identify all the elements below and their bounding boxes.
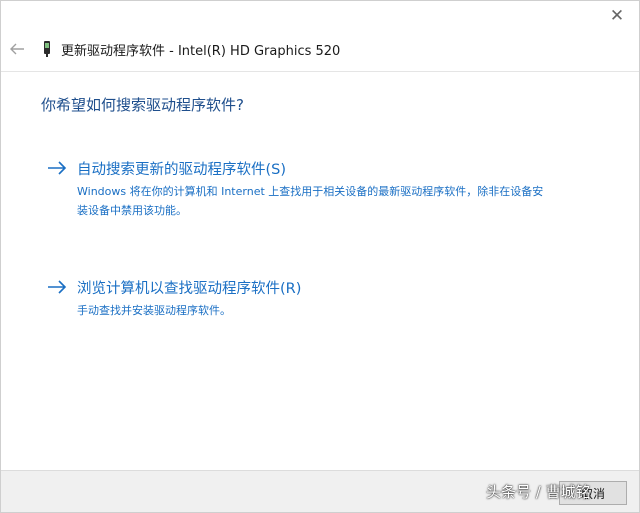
window-title: 更新驱动程序软件 - Intel(R) HD Graphics 520 <box>61 44 341 59</box>
device-icon <box>44 41 50 57</box>
auto-search-title: 自动搜索更新的驱动程序软件(S) <box>77 162 287 178</box>
page-question: 你希望如何搜索驱动程序软件? <box>41 96 244 114</box>
dialog-footer: 取消 <box>1 470 639 512</box>
auto-search-option[interactable]: 自动搜索更新的驱动程序软件(S) Windows 将在你的计算机和 Intern… <box>45 158 565 220</box>
close-button[interactable]: ✕ <box>599 1 635 31</box>
back-button[interactable] <box>7 39 27 59</box>
main-content: 你希望如何搜索驱动程序软件? 自动搜索更新的驱动程序软件(S) Windows … <box>1 72 639 470</box>
browse-computer-description: 手动查找并安装驱动程序软件。 <box>77 304 231 317</box>
back-arrow-icon <box>10 43 24 55</box>
auto-search-description: Windows 将在你的计算机和 Internet 上查找用于相关设备的最新驱动… <box>77 185 544 217</box>
cancel-button[interactable]: 取消 <box>559 481 627 505</box>
title-bar: ✕ 更新驱动程序软件 - Intel(R) HD Graphics 520 <box>1 1 639 72</box>
right-arrow-icon <box>48 280 67 294</box>
update-driver-dialog: ✕ 更新驱动程序软件 - Intel(R) HD Graphics 520 你希… <box>0 0 640 513</box>
browse-computer-option[interactable]: 浏览计算机以查找驱动程序软件(R) 手动查找并安装驱动程序软件。 <box>45 277 565 322</box>
close-icon: ✕ <box>609 5 625 26</box>
right-arrow-icon <box>48 161 67 175</box>
browse-computer-title: 浏览计算机以查找驱动程序软件(R) <box>77 281 302 297</box>
